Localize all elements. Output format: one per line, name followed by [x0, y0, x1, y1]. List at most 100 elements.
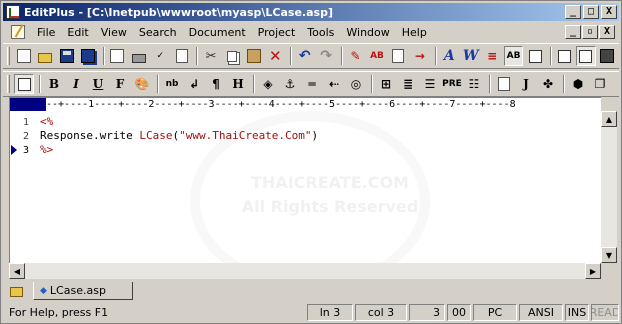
line-wrap-icon: ≡: [487, 49, 498, 63]
toolbar-copy-button[interactable]: ❐: [590, 74, 610, 94]
scroll-down-button[interactable]: ▼: [601, 247, 617, 263]
color-tag-button[interactable]: 🎨: [132, 74, 152, 94]
menu-window[interactable]: Window: [340, 26, 395, 39]
code-editor[interactable]: THAICREATE.COM All Rights Reserved 1 <% 2…: [9, 111, 601, 263]
font-tag-button[interactable]: F: [110, 74, 130, 94]
spell-abc-button[interactable]: AB: [503, 46, 524, 66]
menu-search[interactable]: Search: [133, 26, 183, 39]
status-line: ln 3: [307, 304, 353, 321]
cut-button[interactable]: ✂: [201, 46, 220, 66]
spell-check-button[interactable]: ✓: [151, 46, 170, 66]
document-icon[interactable]: [11, 25, 25, 39]
italic-tag-button[interactable]: I: [66, 74, 86, 94]
toolbar-option-button[interactable]: ⬢: [568, 74, 588, 94]
title-bar[interactable]: EditPlus - [C:\Inetpub\wwwroot\myasp\LCa…: [3, 3, 619, 21]
align-left-button[interactable]: ☰: [420, 74, 440, 94]
line-break-button[interactable]: ↲: [184, 74, 204, 94]
comment-icon: ⇠: [328, 77, 340, 91]
document-close-button[interactable]: X: [599, 25, 615, 39]
toolbar-grip[interactable]: [7, 47, 10, 65]
preferences-icon: [528, 49, 542, 63]
cliptext-window-button[interactable]: [576, 46, 596, 66]
copy-button[interactable]: [223, 46, 242, 66]
open-file-button[interactable]: [35, 46, 54, 66]
standard-toolbar: ✓ ✂ ✕ ↶ ↷ ✎ AB → A W ≡ AB: [3, 43, 619, 69]
heading-button[interactable]: H: [228, 74, 248, 94]
menu-file[interactable]: File: [31, 26, 61, 39]
document-minimize-button[interactable]: _: [565, 25, 581, 39]
editplus-app-icon[interactable]: [6, 5, 20, 19]
anchor-tag-button[interactable]: ⚓: [280, 74, 300, 94]
word-wrap-button[interactable]: W: [461, 46, 480, 66]
bold-tag-button[interactable]: B: [44, 74, 64, 94]
directory-window-button[interactable]: [555, 46, 574, 66]
tab-lcase-asp[interactable]: ◆ LCase.asp: [33, 282, 133, 300]
javascript-icon: J: [523, 77, 529, 91]
clipboard-icon: [246, 49, 261, 63]
find-in-files-button[interactable]: [389, 46, 408, 66]
comment-tag-button[interactable]: ⇠: [324, 74, 344, 94]
font-button[interactable]: A: [440, 46, 459, 66]
status-read-mode: READ: [591, 304, 619, 321]
find-button[interactable]: ✎: [346, 46, 365, 66]
paste-button[interactable]: [244, 46, 263, 66]
menu-edit[interactable]: Edit: [61, 26, 94, 39]
save-button[interactable]: [57, 46, 76, 66]
arrow-down-icon: ▼: [605, 250, 613, 260]
form-button[interactable]: [494, 74, 514, 94]
new-file-button[interactable]: [14, 46, 33, 66]
menu-tools[interactable]: Tools: [301, 26, 340, 39]
toolbar-separator: [290, 47, 293, 65]
maximize-button[interactable]: □: [583, 5, 599, 19]
preferences-button[interactable]: [525, 46, 544, 66]
list-icon: ☷: [468, 77, 480, 91]
scroll-left-button[interactable]: ◀: [9, 263, 25, 279]
list-button[interactable]: ☷: [464, 74, 484, 94]
underline-tag-button[interactable]: U: [88, 74, 108, 94]
directory-toggle-button[interactable]: [9, 284, 25, 298]
center-tag-button[interactable]: ◎: [346, 74, 366, 94]
print-button[interactable]: [129, 46, 148, 66]
replace-button[interactable]: AB: [367, 46, 386, 66]
close-button[interactable]: X: [601, 5, 617, 19]
find-in-files-icon: [392, 49, 405, 63]
code-line-3[interactable]: 3 %>: [10, 143, 601, 157]
string-literal-token: "www.ThaiCreate.Com": [179, 129, 312, 142]
style-button[interactable]: ✤: [538, 74, 558, 94]
undo-button[interactable]: ↶: [295, 46, 314, 66]
save-all-button[interactable]: [78, 46, 97, 66]
cliptext-window-icon: [579, 49, 593, 63]
html-preview-button[interactable]: [14, 74, 34, 94]
scroll-up-button[interactable]: ▲: [601, 111, 617, 127]
nbsp-button[interactable]: nb: [162, 74, 182, 94]
vertical-scrollbar[interactable]: ▲ ▼: [601, 111, 617, 263]
align-center-button[interactable]: ≣: [398, 74, 418, 94]
toolbar-grip[interactable]: [7, 75, 10, 93]
pre-tag-button[interactable]: PRE: [442, 74, 462, 94]
script-button[interactable]: J: [516, 74, 536, 94]
menu-document[interactable]: Document: [183, 26, 252, 39]
menu-project[interactable]: Project: [252, 26, 302, 39]
image-tag-button[interactable]: ◈: [258, 74, 278, 94]
output-window-button[interactable]: [598, 46, 617, 66]
code-line-2[interactable]: 2 Response.write LCase("www.ThaiCreate.Co…: [10, 129, 601, 143]
document-restore-button[interactable]: ▫: [582, 25, 598, 39]
print-preview-button[interactable]: [108, 46, 127, 66]
status-code: 00: [447, 304, 471, 321]
hex-viewer-button[interactable]: [172, 46, 191, 66]
scroll-right-button[interactable]: ▶: [585, 263, 601, 279]
paragraph-button[interactable]: ¶: [206, 74, 226, 94]
horizontal-scrollbar[interactable]: ◀ ▶: [9, 263, 601, 279]
toolbar-separator: [157, 75, 159, 93]
goto-line-button[interactable]: →: [410, 46, 429, 66]
minimize-button[interactable]: _: [565, 5, 581, 19]
delete-button[interactable]: ✕: [266, 46, 285, 66]
menu-help[interactable]: Help: [396, 26, 433, 39]
horizontal-rule-button[interactable]: ═: [302, 74, 322, 94]
document-view-icon: [175, 49, 188, 63]
code-line-1[interactable]: 1 <%: [10, 115, 601, 129]
menu-view[interactable]: View: [95, 26, 133, 39]
redo-button[interactable]: ↷: [316, 46, 335, 66]
line-numbers-button[interactable]: ≡: [482, 46, 501, 66]
table-button[interactable]: ⊞: [376, 74, 396, 94]
